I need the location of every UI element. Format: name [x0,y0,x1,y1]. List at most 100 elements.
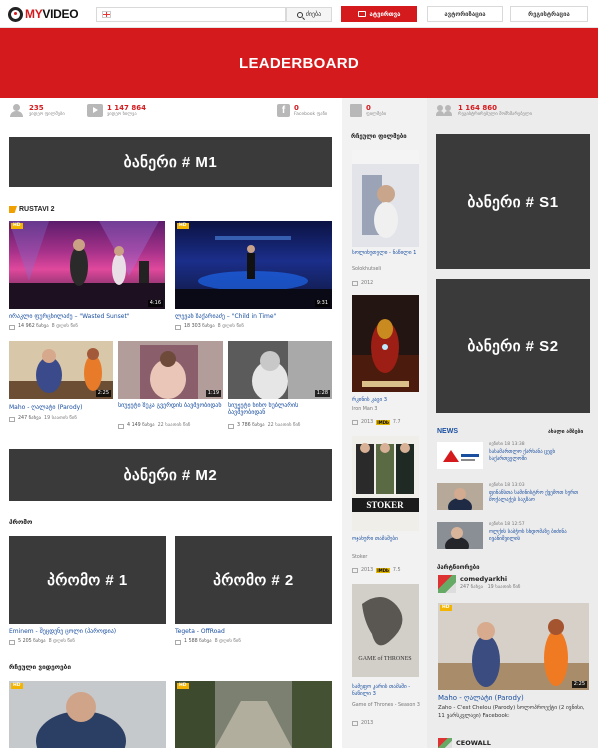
news-headline[interactable]: სასამართლო ქარხანა ცეცხ საქართველოში [489,449,589,462]
news-item[interactable]: ივნისი 18 13:38 სასამართლო ქარხანა ცეცხ … [437,442,589,472]
myvideo-logo[interactable]: MYVIDEO [8,6,79,22]
banner-s1[interactable]: ბანერი # S1 [436,134,590,269]
banner-m1[interactable]: ბანერი # M1 [9,137,332,187]
news-item[interactable]: ივნისი 18 12:57 ოლქის საბჭოს სხდომაზე ბი… [437,522,589,552]
film-meta: 2013 [352,721,373,726]
video-duration: 4:16 [147,300,163,307]
promo-video-title[interactable]: Eminem - შეცდენე ცოლი (პაროდია) [9,628,116,635]
news-image [437,522,483,549]
imdb-badge: IMDb [376,420,390,425]
stat-members: 1 164 860 რეგისტრირებული მომხმარებელი [436,104,532,118]
login-button[interactable]: ავტორიზაცია [427,6,503,22]
video-thumbnail[interactable]: 1:28 [228,341,332,399]
partner-name[interactable]: comedyarkhi [460,575,520,583]
film-poster[interactable]: STOKER [352,436,419,531]
partner-name[interactable]: CEOWALL [456,739,491,747]
views-icon [9,324,15,330]
hd-badge: HD [11,223,23,229]
rustavi-icon [9,206,17,213]
news-headline[interactable]: ფინანსთა სამინისტრო ქვემოთ სურთ მოქალაქე… [489,490,589,503]
news-headline[interactable]: ოლქის საბჭოს სხდომაზე ბიძინა ივანიშვილის [489,529,589,542]
video-meta: 4 149 ნახვა 22 საათის წინ [118,423,190,429]
stage-image [175,236,332,309]
stat-users-label: ვიდეო ფილმები [29,112,65,117]
users-icon [436,104,454,117]
film-title[interactable]: ოჯახური თამაშები [352,536,422,543]
film-poster[interactable] [352,150,419,247]
film-meta: 2012 [352,281,373,286]
stat-videos-count: 1 147 864 [107,104,146,112]
video-duration: 1:19 [205,390,221,397]
video-title[interactable]: სიუჟეტი ზუკა გვერდის ბავშვობიდან [118,402,223,409]
promo-video-title[interactable]: Tegeta - OffRoad [175,628,225,635]
partner-channel-2[interactable]: CEOWALL [438,738,491,748]
news-time: ივნისი 18 13:38 [489,442,525,447]
video-title[interactable]: ლევან ზაქარიაძე – "Child in Time" [175,313,332,321]
news-all-link[interactable]: ახალი ამბები [548,429,583,435]
search-button[interactable]: ძიება [286,7,332,22]
promo-banner-1[interactable]: პრომო # 1 [9,536,166,624]
user-icon [9,104,25,117]
stat-users: 235 ვიდეო ფილმები [9,104,65,118]
film-subtitle: Solokhutseli [352,267,382,272]
news-image [437,483,483,510]
video-meta: 14 962 ნახვა 8 დღის წინ [9,324,78,330]
video-meta: 5 205 ნახვა 8 დღის წინ [9,639,75,645]
register-button[interactable]: რეგისტრაცია [510,6,588,22]
news-thumbnail [437,442,483,469]
promo-banner-2[interactable]: პრომო # 2 [175,536,332,624]
film-title[interactable]: რკინის კაცი 3 [352,397,422,404]
video-thumbnail[interactable]: 2:25 [9,341,113,399]
film-title[interactable]: სოლიხუთელი - ნაწილი 1 [352,250,422,257]
video-title[interactable]: Maho - ღალატი (Parody) [9,404,113,412]
leaderboard-banner[interactable]: LEADERBOARD [0,28,598,98]
logo-icon [8,6,23,22]
avatar [438,575,456,593]
video-title[interactable]: სიუჟეტი ნინო ხუბლარის ბავშვობიდან [228,402,332,416]
video-title[interactable]: ირაკლი ფურცხილაძე – "Wasted Sunset" [9,313,165,321]
news-item[interactable]: ივნისი 18 13:03 ფინანსთა სამინისტრო ქვემ… [437,483,589,513]
views-icon [118,423,124,429]
banner-m2[interactable]: ბანერი # M2 [9,449,332,501]
video-thumbnail[interactable]: HD 4:16 [9,221,165,309]
hd-badge: HD [177,683,189,689]
georgian-flag-icon[interactable] [102,11,111,18]
facebook-icon: f [277,104,290,117]
stat-members-count: 1 164 860 [458,104,497,112]
man-image [9,681,166,748]
solokhutseli-poster [352,150,419,247]
upload-button[interactable]: ატვირთვა [341,6,417,22]
news-time: ივნისი 18 13:03 [489,483,525,488]
video-thumbnail[interactable]: HD 9:31 [175,221,332,309]
video-thumbnail[interactable]: HD 2:25 [438,603,589,690]
partner-video-image [438,603,589,690]
stat-fb-label: Facebook ფანი [294,112,328,117]
camera-icon [357,11,366,17]
stat-films-count: 0 [366,104,371,112]
partner-video-description: Zaho - C'est Chelou (Parody) სოლოპროექტი… [438,705,585,719]
video-duration: 2:25 [95,390,111,397]
partner-video-title[interactable]: Maho - ღალატი (Parody) [438,694,524,702]
banner-s2[interactable]: ბანერი # S2 [436,279,590,413]
avatar [438,738,452,748]
video-thumbnail[interactable]: 1:19 [118,341,223,399]
top-navigation: MYVIDEO ძიება ატვირთვა ავტორიზაცია რეგის… [0,0,598,28]
video-thumbnail[interactable]: HD [9,681,166,748]
news-logo[interactable]: NEWS [437,428,458,435]
rustavi2-logo[interactable]: RUSTAVI 2 [9,206,55,213]
stat-users-count: 235 [29,104,44,112]
views-icon [175,639,181,645]
calendar-icon [352,721,358,726]
partner-channel[interactable]: comedyarkhi 247 ნახვა 19 საათის წინ [438,575,520,593]
film-poster[interactable] [352,295,419,392]
search-input[interactable] [96,7,286,22]
film-poster[interactable]: GAME of THRONES [352,584,419,677]
video-duration: 9:31 [314,300,330,307]
stat-videos-label: ვიდეო ხილვა [107,112,137,117]
video-thumbnail[interactable]: HD [175,681,332,748]
svg-text:STOKER: STOKER [366,500,404,510]
news-image [437,442,483,469]
film-title[interactable]: სამეფო კარის თამაში - ნაწილი 3 [352,684,422,698]
film-subtitle: Iron Man 3 [352,407,378,412]
views-icon [9,416,15,422]
